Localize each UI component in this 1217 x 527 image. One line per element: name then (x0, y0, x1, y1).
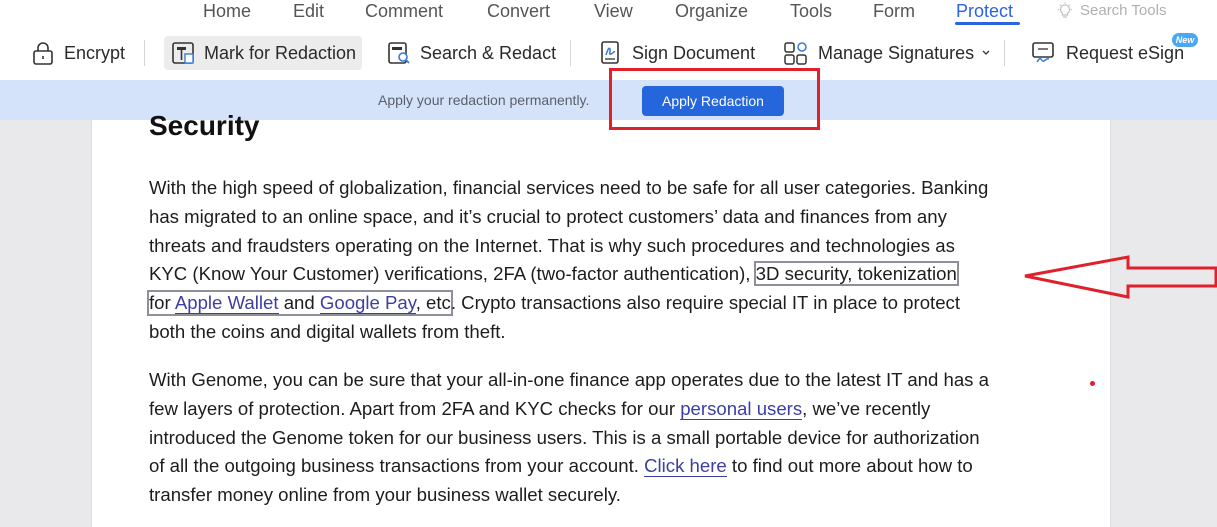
search-redact-label: Search & Redact (420, 42, 557, 63)
sign-document-label: Sign Document (632, 42, 756, 63)
search-tools-label: Search Tools (1080, 2, 1167, 19)
text-line: for Apple Wallet and Google Pay, etc. Cr… (147, 289, 1059, 318)
text-line: threats and fraudsters operating on the … (149, 234, 955, 256)
text-segment: to find out more about how to (726, 455, 973, 477)
text-segment: KYC (Know Your Customer) verifications, … (149, 263, 756, 285)
manage-signatures-icon (784, 42, 807, 65)
text-segment: , etc (415, 292, 451, 314)
manage-signatures-label: Manage Signatures (818, 42, 975, 63)
search-tools[interactable]: Search Tools (1056, 0, 1166, 22)
text-line: few layers of protection. Apart from 2FA… (149, 395, 1059, 424)
google-pay-link[interactable]: Google Pay (319, 292, 416, 315)
request-esign-button[interactable]: Request eSign (1024, 36, 1190, 70)
text-line: introduced the Genome token for our busi… (149, 426, 980, 448)
menu-form[interactable]: Form (873, 0, 915, 24)
menu-home[interactable]: Home (203, 0, 251, 24)
sign-document-button[interactable]: Sign Document (592, 36, 761, 70)
menu-protect[interactable]: Protect (956, 0, 1013, 24)
text-line: With the high speed of globalization, fi… (149, 177, 989, 198)
annotation-highlight-box (609, 68, 820, 130)
text-segment: few layers of protection. Apart from 2FA… (149, 397, 681, 419)
sign-document-icon (601, 41, 619, 64)
request-esign-icon (1032, 42, 1054, 63)
text-line: has migrated to an online space, and it’… (149, 205, 947, 227)
encrypt-label: Encrypt (64, 42, 126, 63)
text-line: KYC (Know Your Customer) verifications, … (149, 260, 1059, 289)
mark-for-redaction-button[interactable]: Mark for Redaction (164, 36, 363, 70)
text-segment: , we’ve recently (802, 397, 931, 419)
text-line: of all the outgoing business transaction… (149, 452, 1059, 481)
toolbar-divider (570, 40, 571, 66)
menu-organize[interactable]: Organize (675, 0, 748, 24)
annotation-arrow-icon (1024, 255, 1217, 299)
banner-message: Apply your redaction permanently. (378, 92, 590, 108)
toolbar-divider (1004, 40, 1005, 66)
text-line: transfer money online from your business… (149, 484, 621, 506)
text-line: With Genome, you can be sure that your a… (149, 369, 989, 390)
encrypt-button[interactable]: Encrypt (24, 36, 131, 70)
click-here-link[interactable]: Click here (644, 455, 727, 478)
redaction-mark[interactable]: 3D security, tokenization (753, 261, 959, 287)
active-tab-underline (955, 22, 1020, 25)
menu-bar: Home Edit Comment Convert View Organize … (0, 0, 1217, 26)
new-badge: New (1172, 33, 1198, 47)
text-line: both the coins and digital wallets from … (149, 320, 506, 342)
lock-icon (33, 42, 53, 65)
request-esign-label: Request eSign (1066, 42, 1185, 63)
search-redact-button[interactable]: Search & Redact (380, 36, 562, 70)
manage-signatures-button[interactable]: Manage Signatures (776, 36, 996, 70)
text-segment: and (278, 292, 320, 314)
chevron-down-icon (982, 50, 990, 55)
toolbar-divider (144, 40, 145, 66)
menu-view[interactable]: View (594, 0, 633, 24)
personal-users-link[interactable]: personal users (680, 397, 803, 420)
text-segment: of all the outgoing business transaction… (149, 455, 645, 477)
menu-convert[interactable]: Convert (487, 0, 550, 24)
annotation-dot (1090, 381, 1095, 386)
section-heading: Security (149, 110, 260, 141)
mark-redaction-icon (172, 42, 194, 64)
menu-tools[interactable]: Tools (790, 0, 832, 24)
menu-comment[interactable]: Comment (365, 0, 443, 24)
text-segment: . Crypto transactions also require speci… (450, 292, 961, 314)
search-redact-icon (388, 42, 410, 64)
menu-edit[interactable]: Edit (293, 0, 324, 24)
apple-wallet-link[interactable]: Apple Wallet (174, 292, 279, 315)
paragraph-2: With Genome, you can be sure that your a… (149, 366, 1059, 510)
redaction-mark[interactable]: for Apple Wallet and Google Pay, etc (147, 290, 453, 317)
paragraph-1: With the high speed of globalization, fi… (147, 174, 1059, 347)
mark-for-redaction-label: Mark for Redaction (204, 42, 357, 63)
lightbulb-icon (1058, 2, 1072, 18)
text-segment: for (149, 292, 175, 314)
